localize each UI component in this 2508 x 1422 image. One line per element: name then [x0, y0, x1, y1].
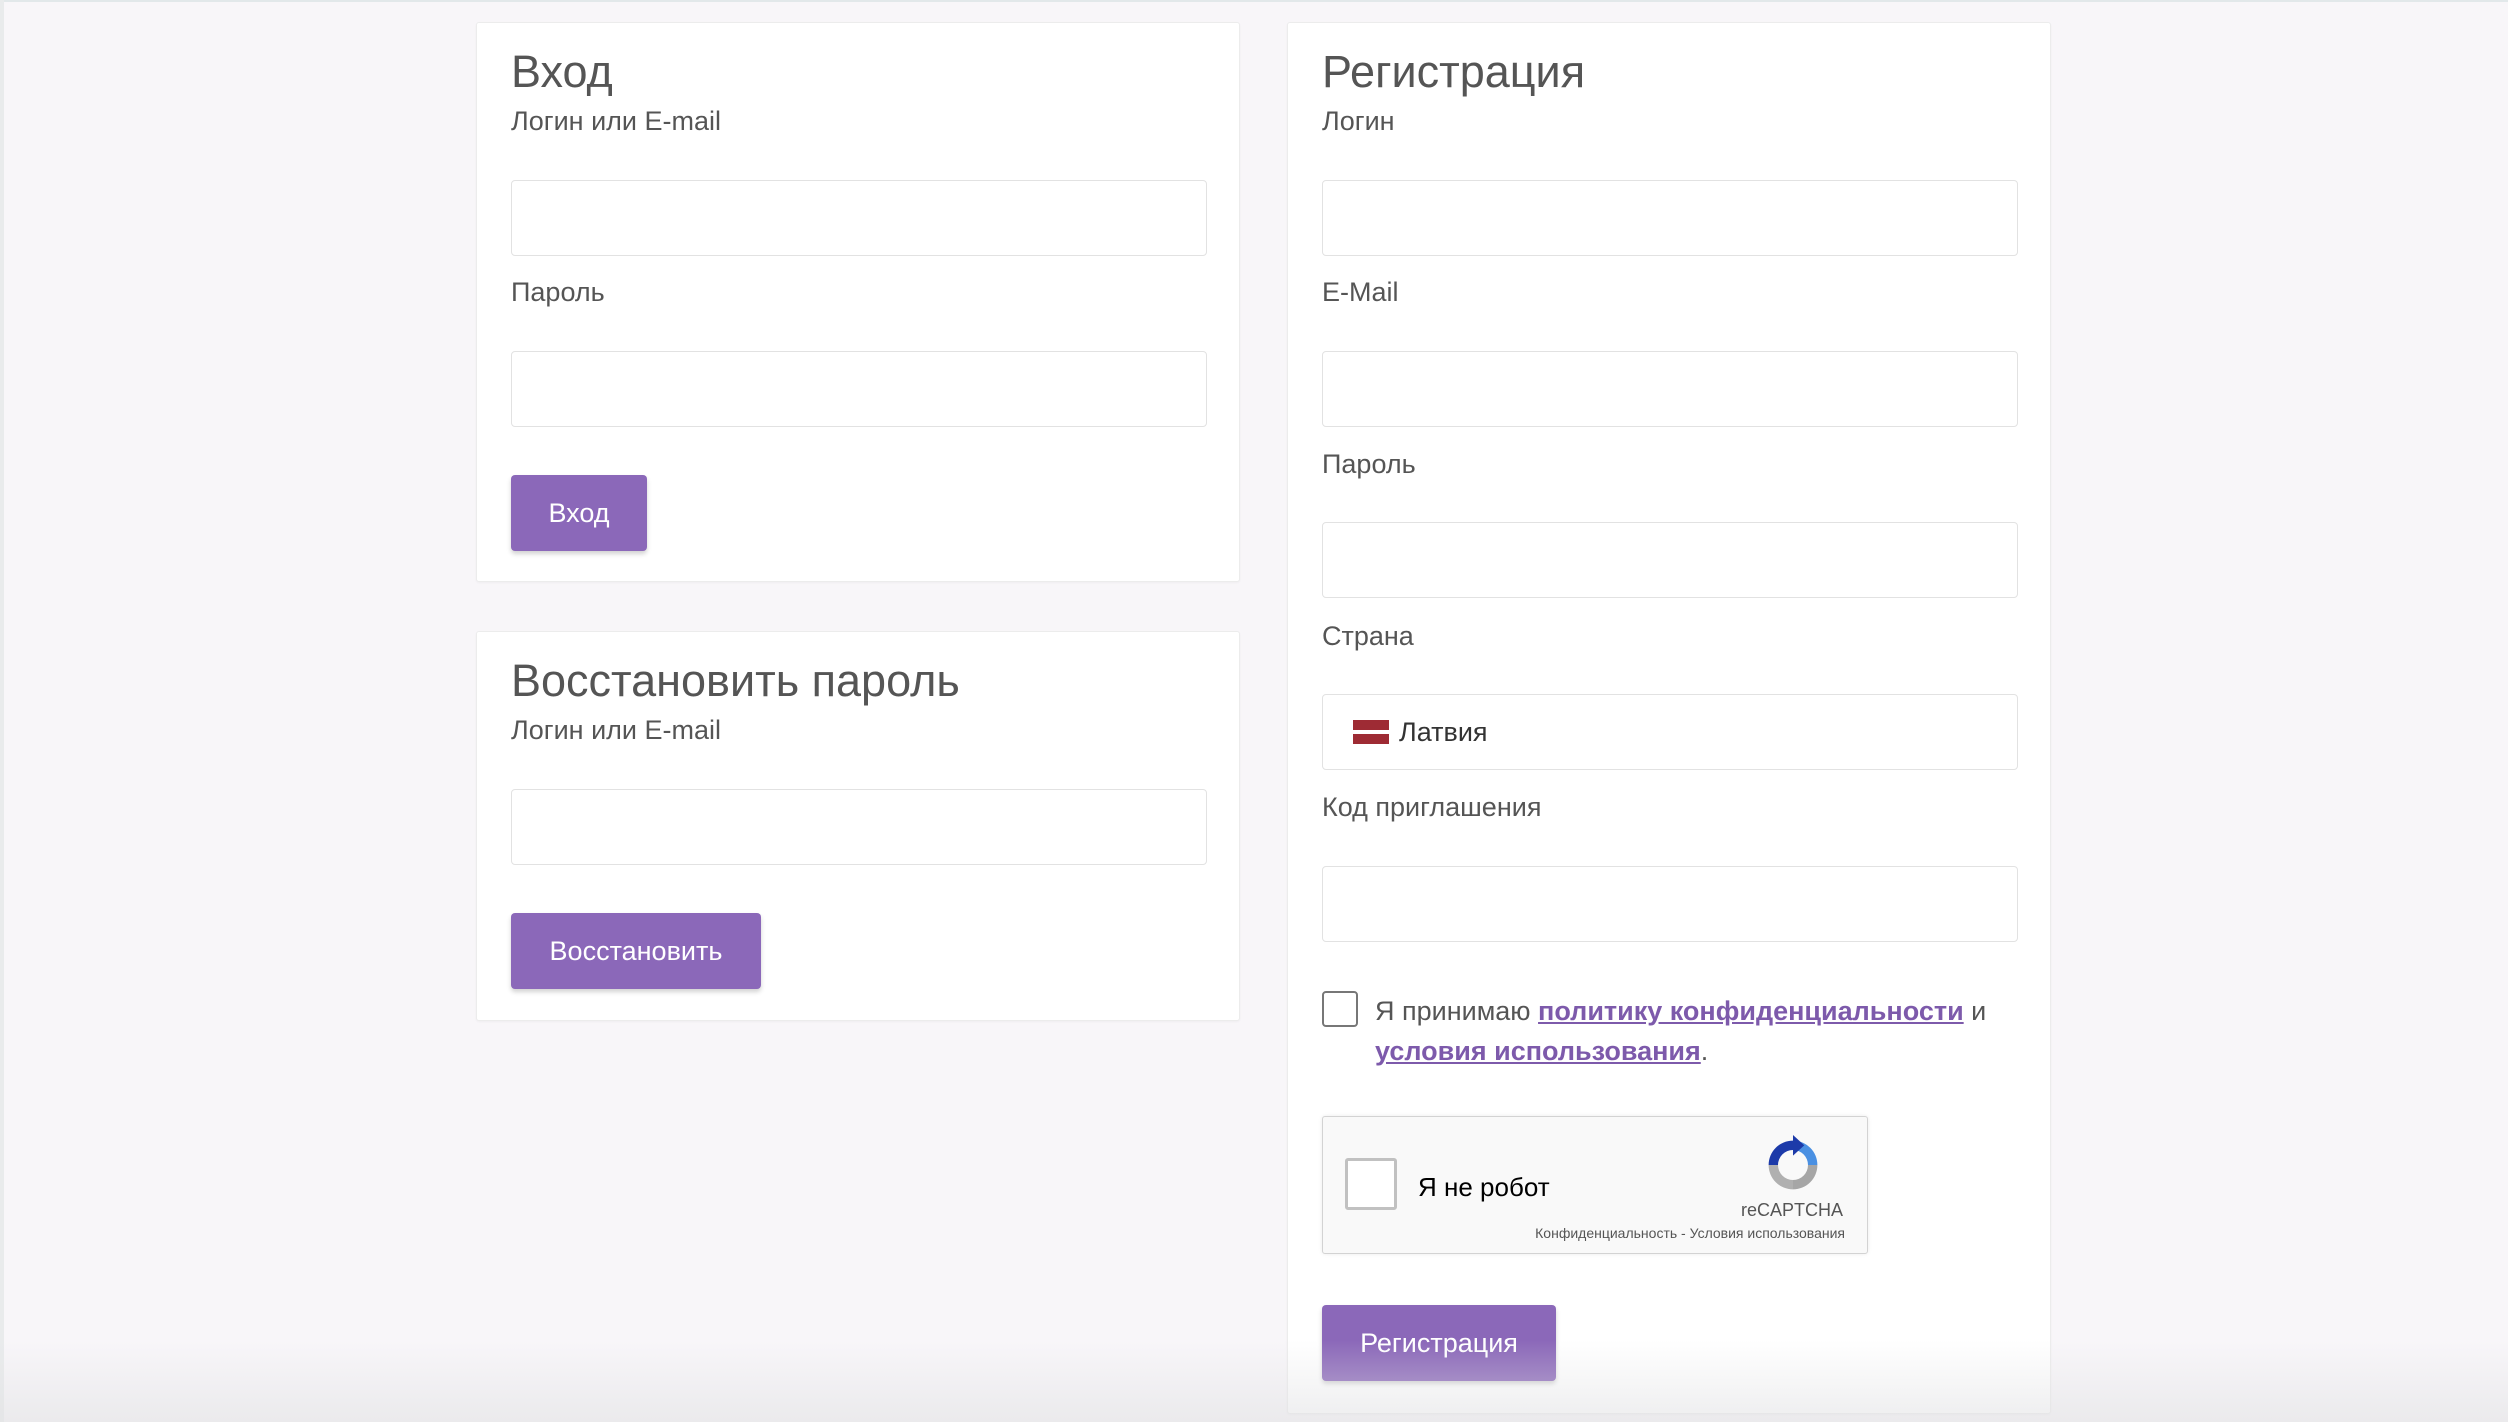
recaptcha-logo-icon [1768, 1135, 1818, 1190]
recaptcha-brand: reCAPTCHA [1740, 1200, 1843, 1220]
login-button[interactable]: Вход [511, 475, 647, 551]
password-input[interactable] [511, 351, 1207, 427]
recaptcha-label: Я не робот [1418, 1172, 1550, 1202]
bottom-fade [0, 1340, 2508, 1422]
recover-title: Восстановить пароль [511, 655, 960, 706]
recaptcha-checkbox[interactable] [1345, 1158, 1397, 1210]
recaptcha-links: Конфиденциальность - Условия использован… [1535, 1225, 1845, 1241]
recaptcha-terms-link[interactable]: Условия использования [1690, 1225, 1845, 1241]
email-input[interactable] [1322, 351, 2018, 427]
register-login-input[interactable] [1322, 180, 2018, 256]
recover-login-label: Логин или E-mail [511, 715, 722, 745]
register-login-label: Логин [1322, 106, 1395, 136]
login-input[interactable] [511, 180, 1207, 256]
recover-button[interactable]: Восстановить [511, 913, 761, 989]
login-title: Вход [511, 46, 613, 97]
invite-code-input[interactable] [1322, 866, 2018, 942]
recover-login-input[interactable] [511, 789, 1207, 865]
register-password-label: Пароль [1322, 449, 1416, 479]
invite-code-label: Код приглашения [1322, 792, 1542, 822]
email-label: E-Mail [1322, 277, 1399, 307]
login-card: Вход Логин или E-mail Пароль Вход [476, 22, 1240, 582]
terms-suffix: . [1700, 1036, 1709, 1066]
login-field-label: Логин или E-mail [511, 106, 722, 136]
country-label: Страна [1322, 621, 1414, 651]
terms-prefix: Я принимаю [1375, 996, 1539, 1026]
latvia-flag-icon [1353, 720, 1389, 744]
registration-card: Регистрация Логин E-Mail Пароль Страна Л… [1287, 22, 2051, 1414]
registration-title: Регистрация [1322, 46, 1586, 97]
recaptcha-widget: Я не робот reCAPTCHA Конфиденциальность … [1322, 1116, 1868, 1254]
terms-of-use-link[interactable]: условия использования [1375, 1036, 1701, 1066]
terms-middle: и [1963, 996, 1987, 1026]
country-value: Латвия [1399, 716, 1488, 747]
register-password-input[interactable] [1322, 522, 2018, 598]
privacy-policy-link[interactable]: политику конфиденциальности [1538, 996, 1964, 1026]
top-border [0, 0, 2508, 2]
recaptcha-separator: - [1677, 1225, 1690, 1241]
password-field-label: Пароль [511, 277, 605, 307]
terms-checkbox[interactable] [1322, 991, 1358, 1027]
window-edge [0, 0, 4, 1422]
recaptcha-privacy-link[interactable]: Конфиденциальность [1535, 1225, 1677, 1241]
recover-password-card: Восстановить пароль Логин или E-mail Вос… [476, 631, 1240, 1021]
terms-text: Я принимаю политику конфиденциальности и… [1375, 991, 2025, 1071]
country-select[interactable]: Латвия [1322, 694, 2018, 770]
register-button[interactable]: Регистрация [1322, 1305, 1556, 1381]
